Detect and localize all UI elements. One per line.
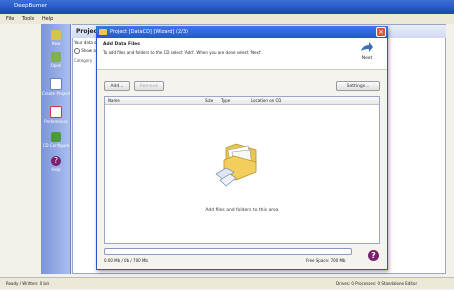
status-right: Drives: 0 Processes: 0 Standalone Editor [336, 281, 418, 286]
preferences-icon [50, 106, 62, 118]
column-location[interactable]: Location on CD [251, 97, 281, 105]
column-size[interactable]: Size [205, 97, 213, 105]
sidebar-item-label: Help [51, 167, 61, 172]
empty-list-text: Add files and folders to this area [205, 208, 279, 213]
menu-file[interactable]: File [6, 16, 14, 22]
menu-tools[interactable]: Tools [22, 16, 34, 22]
cd-configure-icon [51, 132, 61, 142]
dialog-header: Add Data Files To add files and folders … [97, 38, 387, 70]
dialog-heading: Add Data Files [103, 42, 140, 47]
next-button[interactable]: Next [356, 42, 378, 66]
menu-bar: File Tools Help [0, 14, 454, 24]
help-button[interactable]: ? [368, 250, 379, 261]
sidebar-item-preferences[interactable]: Preferences [41, 106, 71, 124]
status-bar: Ready / Written: 0 b/s Drives: 0 Process… [0, 277, 454, 289]
next-arrow-icon [361, 42, 373, 52]
project-icon [50, 78, 62, 90]
close-icon: × [378, 28, 384, 36]
category-column: Category [74, 58, 93, 63]
sidebar-item-open[interactable]: Open [41, 52, 71, 68]
dialog-description: To add files and folders to the CD selec… [103, 50, 263, 55]
sidebar-item-help[interactable]: ? Help [41, 156, 71, 172]
column-type[interactable]: Type [221, 97, 230, 105]
sidebar-item-cd-configure[interactable]: CD Configure [41, 132, 71, 148]
help-icon: ? [371, 251, 376, 260]
sidebar-item-label: Preferences [44, 119, 68, 124]
app-title: DeepBurner [14, 3, 48, 9]
sidebar: New Open Create Project Preferences CD C… [41, 24, 71, 274]
sidebar-item-label: Create Project [41, 91, 71, 96]
dialog-title: Project [DataCD] [Wizard] (2/3) [96, 26, 388, 38]
add-button[interactable]: Add... [104, 81, 130, 91]
menu-help[interactable]: Help [42, 16, 53, 22]
new-icon [51, 30, 61, 40]
sidebar-item-label: New [51, 41, 61, 46]
size-text: 0.00 Mb / 0b / 700 Mb [104, 258, 148, 263]
main-titlebar: DeepBurner [0, 0, 454, 14]
remove-button[interactable]: Remove [134, 81, 164, 91]
sidebar-item-label: Open [50, 63, 62, 68]
sidebar-item-new[interactable]: New [41, 30, 71, 46]
settings-button[interactable]: Settings... [336, 81, 380, 91]
show-all-radio[interactable]: Show all [74, 48, 98, 54]
help-icon: ? [51, 156, 61, 166]
next-label: Next [361, 56, 373, 61]
open-folder-icon [51, 52, 61, 62]
column-name[interactable]: Name [108, 97, 120, 105]
capacity-bar [104, 248, 352, 255]
status-left: Ready / Written: 0 b/s [6, 281, 50, 286]
file-list-header: Name Size Type Location on CD [105, 97, 379, 105]
sidebar-item-label: CD Configure [42, 143, 70, 148]
folder-documents-icon [215, 143, 257, 187]
sidebar-item-create-project[interactable]: Create Project [41, 78, 71, 96]
close-button[interactable]: × [376, 27, 386, 37]
dialog-app-icon [99, 29, 107, 35]
free-space-text: Free Space: 700 Mb [306, 258, 346, 263]
